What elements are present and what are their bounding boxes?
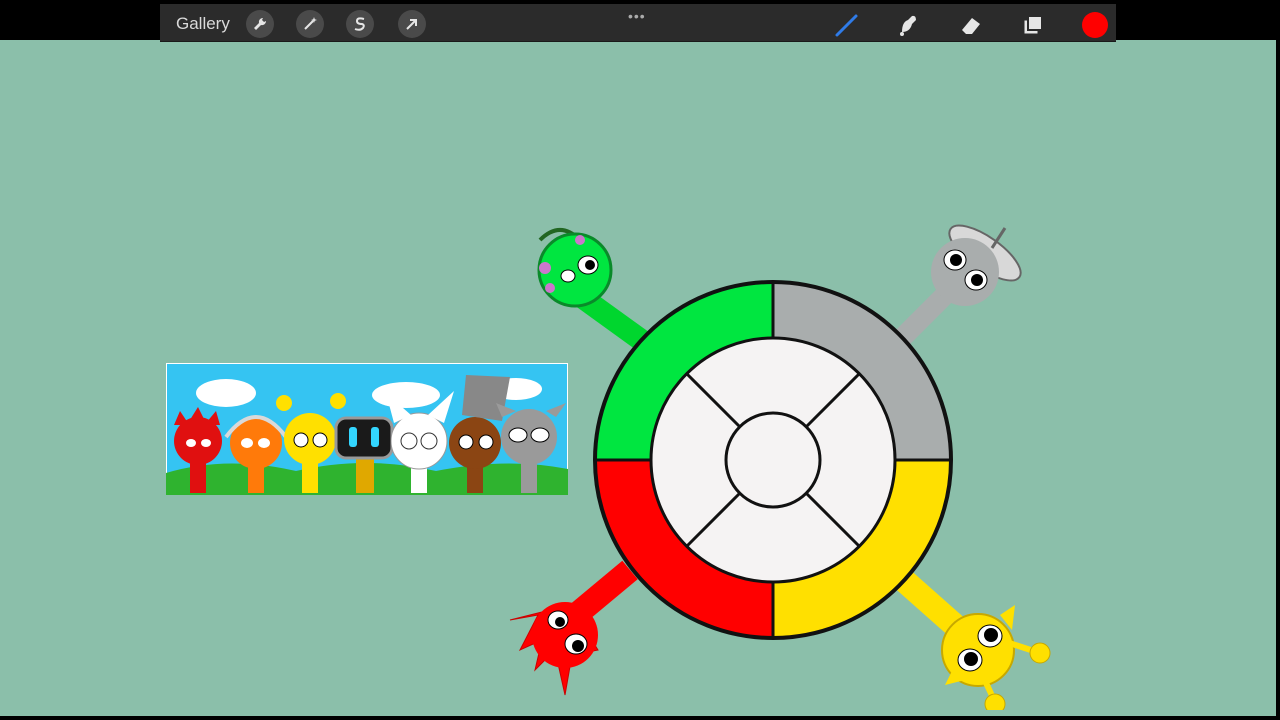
top-toolbar: Gallery ••• [160,4,1116,42]
transform-arrow-icon[interactable] [398,10,426,38]
red-character [509,602,599,696]
green-character [537,228,613,308]
color-wheel [593,280,953,640]
selection-s-icon[interactable] [346,10,374,38]
drawing-canvas[interactable] [0,40,1276,716]
eraser-icon[interactable] [956,10,986,40]
brush-icon[interactable] [832,10,862,40]
gray-character [931,224,1022,306]
toolbar-grab-handle[interactable]: ••• [628,8,646,24]
layers-icon[interactable] [1018,10,1048,40]
gallery-button[interactable]: Gallery [176,14,230,34]
yellow-character [941,605,1051,715]
wheel-center [724,411,822,509]
character-wheel[interactable] [500,210,1060,715]
color-picker-swatch[interactable] [1082,12,1108,38]
wrench-icon[interactable] [246,10,274,38]
magic-wand-icon[interactable] [296,10,324,38]
smudge-icon[interactable] [894,10,924,40]
